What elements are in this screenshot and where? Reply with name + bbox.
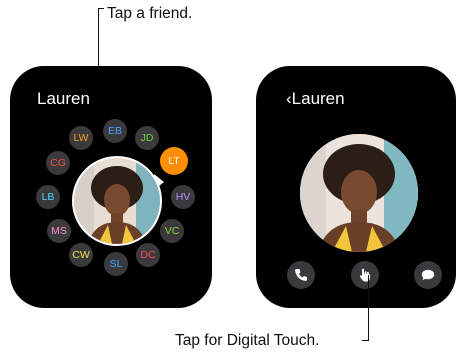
- message-button[interactable]: [414, 261, 442, 289]
- friend-initials: HV: [175, 190, 191, 203]
- friend-eb[interactable]: EB: [103, 119, 127, 143]
- friend-initials: LB: [41, 190, 55, 203]
- friend-initials: JD: [140, 131, 154, 144]
- digital-touch-hand-icon: [359, 268, 371, 282]
- friend-name-title: Lauren: [37, 89, 90, 108]
- friend-initials: VC: [164, 224, 180, 237]
- friend-dc[interactable]: DC: [136, 243, 160, 267]
- friend-lw[interactable]: LW: [69, 126, 93, 150]
- friend-cg[interactable]: CG: [46, 151, 70, 175]
- friend-vc[interactable]: VC: [160, 219, 184, 243]
- friend-initials: CW: [72, 248, 90, 261]
- back-to-friends-link[interactable]: ‹Lauren: [286, 89, 345, 109]
- friend-initials: LW: [73, 131, 89, 144]
- tap-friend-leader-tick: [98, 8, 104, 9]
- digital-touch-leader-tick: [362, 340, 369, 341]
- friend-portrait-image: [74, 158, 160, 244]
- friend-jd[interactable]: JD: [135, 126, 159, 150]
- friend-initials: LT: [168, 154, 180, 167]
- friend-lb[interactable]: LB: [36, 185, 60, 209]
- tap-friend-callout: Tap a friend.: [107, 5, 193, 22]
- friend-initials: SL: [109, 257, 123, 270]
- friend-initials: EB: [107, 124, 122, 137]
- phone-icon: [295, 269, 307, 281]
- watch-contact-screen: ‹Lauren: [256, 66, 456, 308]
- friend-initials: CG: [50, 156, 66, 169]
- digital-touch-leader-line: [368, 275, 369, 340]
- friend-ms[interactable]: MS: [47, 219, 71, 243]
- friend-hv[interactable]: HV: [171, 185, 195, 209]
- call-button[interactable]: [287, 261, 315, 289]
- friend-initials: DC: [140, 248, 156, 261]
- friend-cw[interactable]: CW: [69, 243, 93, 267]
- contact-photo: [300, 134, 418, 252]
- friend-initials: MS: [51, 224, 67, 237]
- digital-touch-button[interactable]: [351, 261, 379, 289]
- digital-touch-callout: Tap for Digital Touch.: [175, 332, 320, 349]
- contact-portrait-image: [300, 134, 418, 252]
- friend-lt-selected[interactable]: LT: [160, 147, 188, 175]
- message-bubble-icon: [421, 269, 435, 281]
- friend-sl[interactable]: SL: [104, 252, 128, 276]
- friend-photo[interactable]: [72, 156, 162, 246]
- watch-friends-screen: Lauren EB JD LT HV VC DC SL CW MS LB CG …: [10, 66, 212, 308]
